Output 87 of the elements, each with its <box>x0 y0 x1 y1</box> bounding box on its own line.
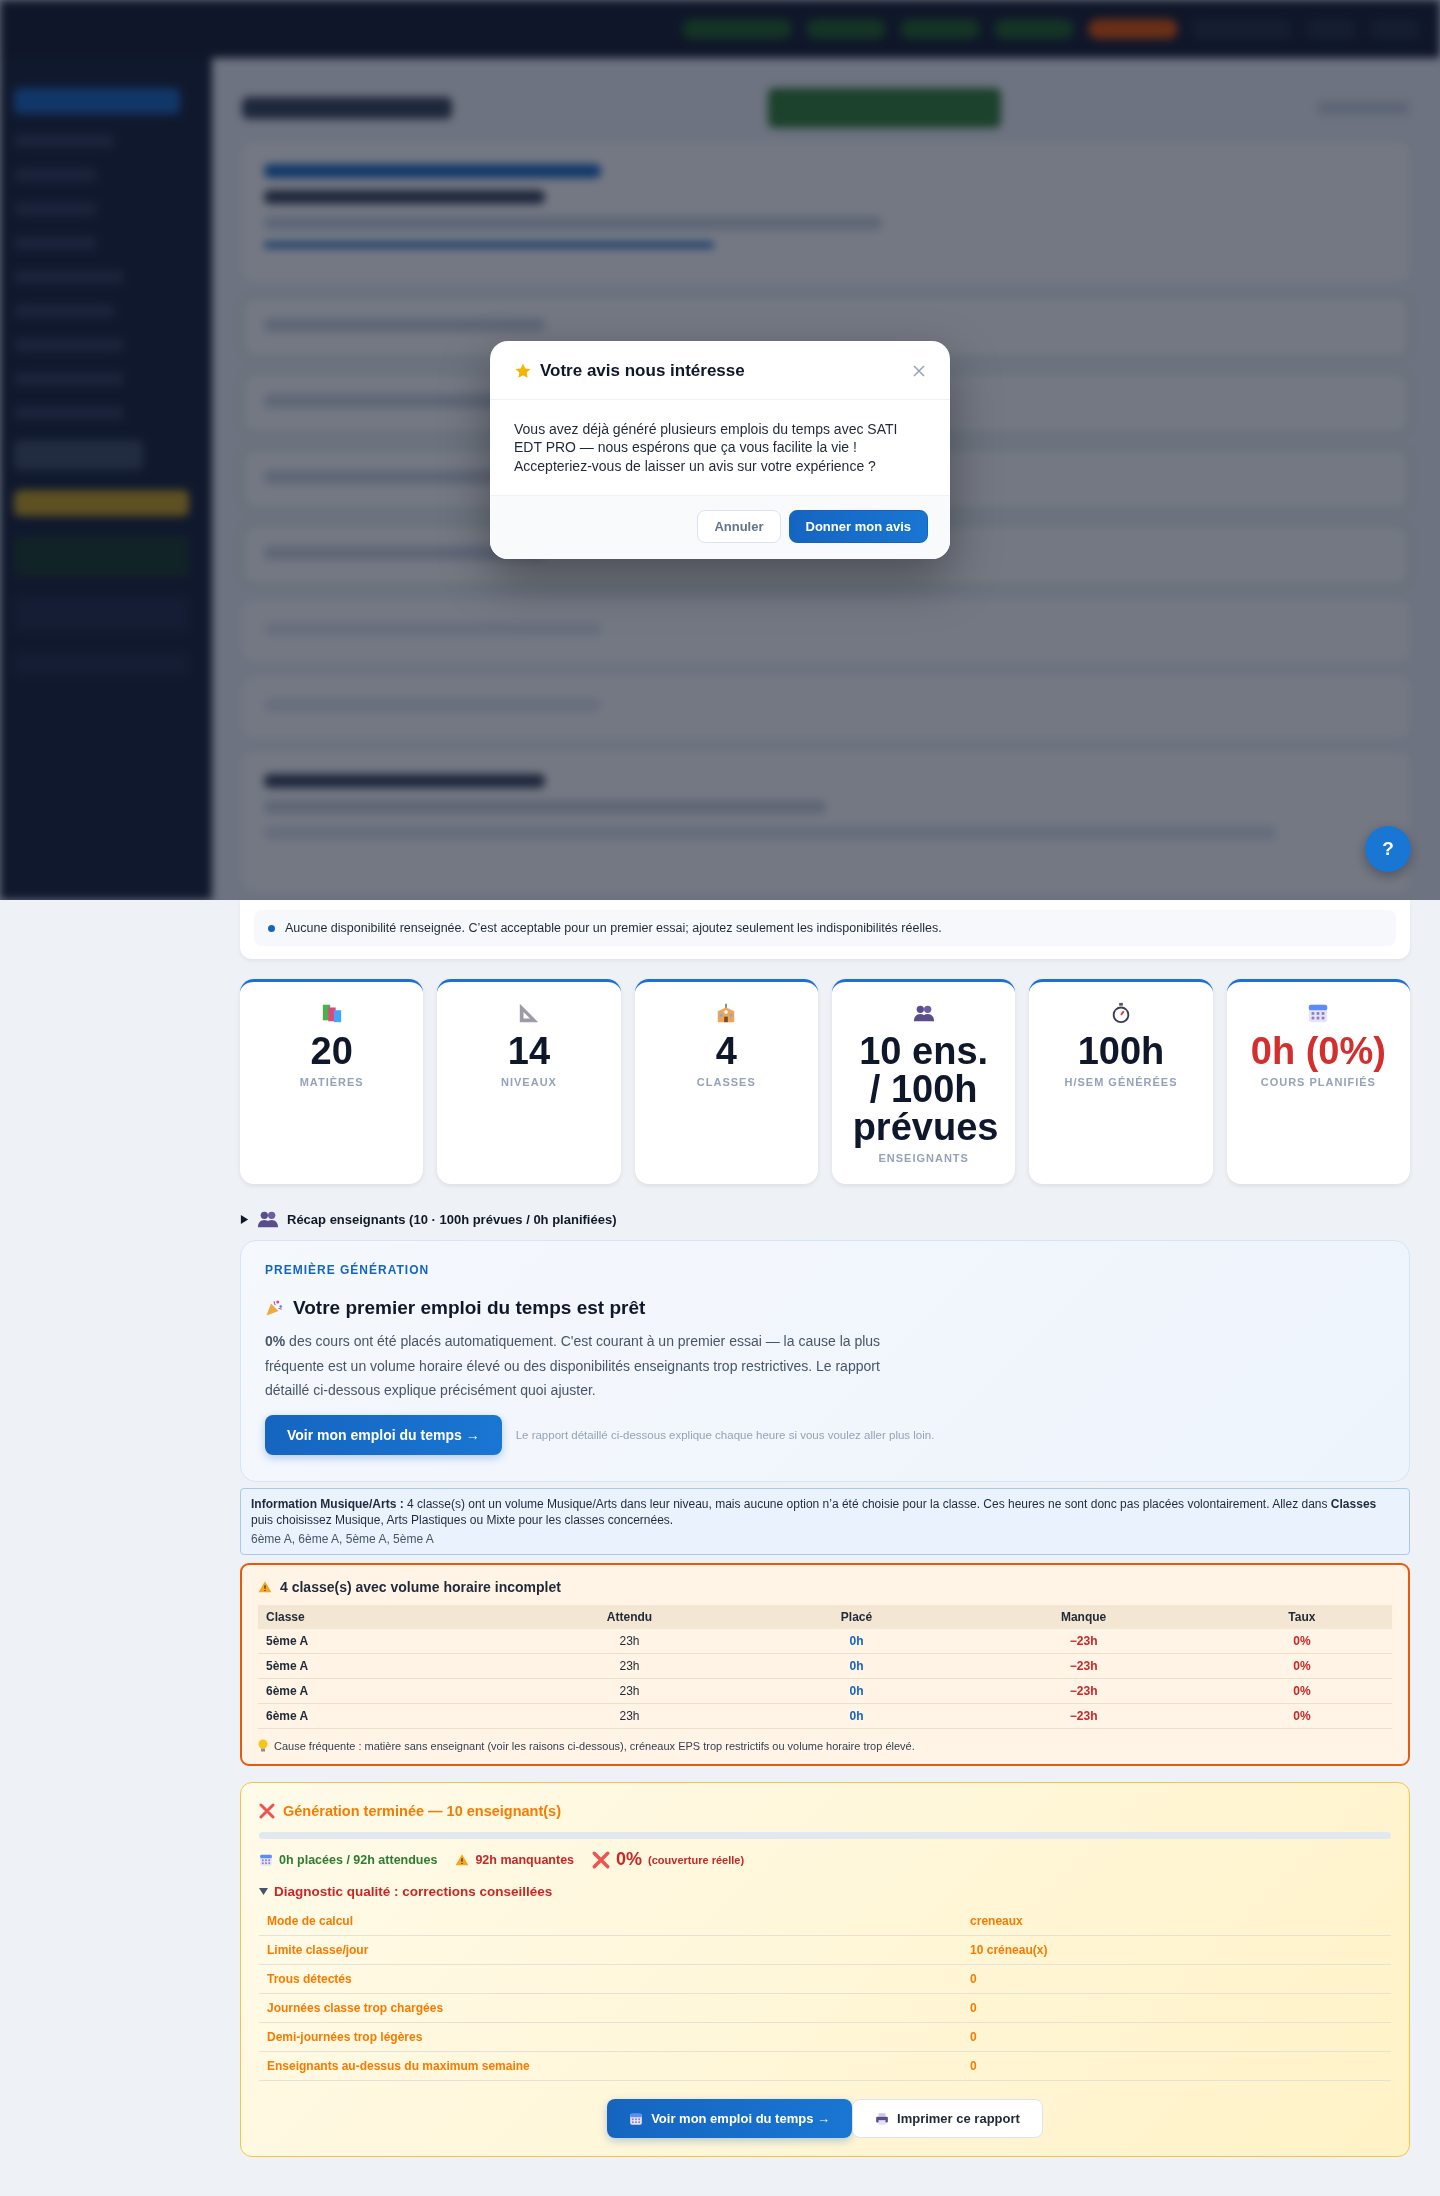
table-cell: 0% <box>1211 1629 1392 1654</box>
coverage-note: (couverture réelle) <box>648 1853 745 1866</box>
calendar-icon <box>1307 1002 1330 1024</box>
card-title: Votre premier emploi du temps est prêt <box>293 1297 646 1319</box>
stat-label: H/SEM GÉNÉRÉES <box>1064 1076 1178 1088</box>
diagnostic-toggle[interactable]: Diagnostic qualité : corrections conseillées <box>259 1884 553 1900</box>
view-timetable-button[interactable]: Voir mon emploi du temps → <box>607 2099 853 2139</box>
table-cell: −23h <box>955 1653 1212 1679</box>
dialog-title: Votre avis nous intéresse <box>540 361 746 382</box>
stat-label: MATIÈRES <box>299 1076 364 1088</box>
give-feedback-button[interactable]: Donner mon avis <box>788 509 928 543</box>
view-timetable-button[interactable]: Voir mon emploi du temps → <box>265 1414 502 1455</box>
stat-value: 10 ens. / 100h prévues <box>852 1032 995 1146</box>
diagnostic-label: Journées classe trop chargées <box>267 2001 445 2016</box>
star-icon <box>514 362 532 381</box>
table-cell: 5ème A <box>258 1653 502 1679</box>
table-cell: 23h <box>501 1653 758 1679</box>
cause-note: Cause fréquente : matière sans enseignant (voir les raisons ci-dessous), créneaux EPS trop restrictifs ou volume horaire trop élevé. <box>274 1739 915 1752</box>
table-cell: 23h <box>501 1703 758 1729</box>
lightbulb-icon <box>258 1739 268 1753</box>
warning-icon <box>258 1580 272 1595</box>
cross-icon <box>592 1850 611 1869</box>
hint-text: Le rapport détaillé ci-dessous explique chaque heure si vous voulez aller plus loin. <box>515 1428 935 1441</box>
table-cell: 6ème A <box>258 1703 502 1729</box>
table-cell: 0% <box>1211 1653 1392 1679</box>
stat-label: CLASSES <box>696 1076 756 1088</box>
diagnostic-value: creneaux <box>970 1914 1024 1929</box>
stopwatch-icon <box>1110 1002 1132 1024</box>
table-cell: 0h <box>757 1678 956 1704</box>
card-title: 4 classe(s) avec volume horaire incomplet <box>280 1579 561 1596</box>
party-popper-icon <box>265 1299 283 1317</box>
diagnostic-label: Demi-journées trop légères <box>267 2030 424 2045</box>
stat-value: 0h (0%) <box>1250 1032 1386 1070</box>
diagnostic-value: 10 créneau(x) <box>970 1943 1049 1958</box>
stat-label: ENSEIGNANTS <box>878 1152 969 1164</box>
stat-label: NIVEAUX <box>501 1076 557 1088</box>
column-header: Classe <box>258 1605 502 1630</box>
diagnostic-label: Mode de calcul <box>267 1914 355 1929</box>
card-text: 0% des cours ont été placés automatiquement. C'est courant à un premier essai — la cause la plus fréquente est un volume horaire élevé ou des disponibilités enseignants trop restrictives. Le rapport détaillé ci-dessous explique précisément quoi ajuster. <box>265 1332 882 1400</box>
table-cell: −23h <box>955 1678 1212 1704</box>
table-cell: 0h <box>757 1629 956 1654</box>
diagnostic-value: 0 <box>970 1972 978 1987</box>
table-cell: 5ème A <box>258 1629 502 1654</box>
cross-icon <box>259 1803 275 1820</box>
card-eyebrow: PREMIÈRE GÉNÉRATION <box>265 1263 431 1277</box>
warning-icon <box>455 1852 470 1867</box>
calendar-icon <box>259 1852 273 1867</box>
stat-value: 4 <box>715 1032 737 1070</box>
cancel-button[interactable]: Annuler <box>697 509 781 543</box>
table-cell: −23h <box>955 1703 1212 1729</box>
diagnostic-label: Enseignants au-dessus du maximum semaine <box>267 2059 531 2074</box>
coverage-value: 0% <box>616 1849 643 1871</box>
diagnostic-value: 0 <box>970 2059 978 2074</box>
diagnostic-label: Trous détectés <box>267 1972 353 1987</box>
table-cell: −23h <box>955 1629 1212 1654</box>
caret-icon <box>240 1214 249 1224</box>
info-text: Information Musique/Arts : 4 classe(s) ont un volume Musique/Arts dans leur niveau, mais aucune option n’a été choisie pour la classe. Ces heures ne sont donc pas placées volontairement. Allez dans Classes puis choisissez Musique, Arts Plastiques ou Mixte pour les classes concernées. <box>251 1495 1378 1528</box>
table-cell: 23h <box>501 1678 758 1704</box>
print-report-button[interactable]: Imprimer ce rapport <box>852 2099 1043 2139</box>
stat-value: 20 <box>310 1032 353 1070</box>
caret-icon <box>259 1887 268 1897</box>
placed-hours: 0h placées / 92h attendues <box>279 1852 438 1867</box>
calendar-icon <box>629 2111 644 2126</box>
table-cell: 0h <box>757 1703 956 1729</box>
table-cell: 23h <box>501 1629 758 1654</box>
column-header: Manque <box>955 1605 1212 1630</box>
stat-value: 100h <box>1077 1032 1165 1070</box>
column-header: Taux <box>1211 1605 1392 1630</box>
stat-label: COURS PLANIFIÉS <box>1260 1076 1376 1088</box>
column-header: Attendu <box>501 1605 758 1630</box>
stat-value: 14 <box>507 1032 551 1070</box>
table-cell: 0% <box>1211 1703 1392 1729</box>
dialog-message: Vous avez déjà généré plusieurs emplois du temps avec SATI EDT PRO — nous espérons que ça vous facilite la vie ! Accepteriez-vous de laisser un avis sur votre expérience ? <box>513 420 899 476</box>
printer-icon <box>875 2111 890 2126</box>
card-title: Génération terminée — 10 enseignant(s) <box>283 1803 561 1820</box>
diagnostic-value: 0 <box>970 2030 978 2045</box>
books-icon <box>320 1002 343 1024</box>
table-cell: 6ème A <box>258 1678 502 1704</box>
missing-hours: 92h manquantes <box>475 1852 575 1867</box>
diagnostic-label: Limite classe/jour <box>267 1943 370 1958</box>
diagnostic-note: Aucune disponibilité renseignée. C’est acceptable pour un premier essai; ajoutez seulement les indisponibilités réelles. <box>254 910 1396 946</box>
recap-toggle[interactable]: Récap enseignants (10 · 100h prévues / 0h planifiées) <box>240 1208 617 1230</box>
table-cell: 0% <box>1211 1678 1392 1704</box>
class-list: 6ème A, 6ème A, 5ème A, 5ème A <box>251 1530 1399 1548</box>
column-header: Placé <box>757 1605 956 1630</box>
table-cell: 0h <box>757 1653 956 1679</box>
diagnostic-value: 0 <box>970 2001 978 2016</box>
